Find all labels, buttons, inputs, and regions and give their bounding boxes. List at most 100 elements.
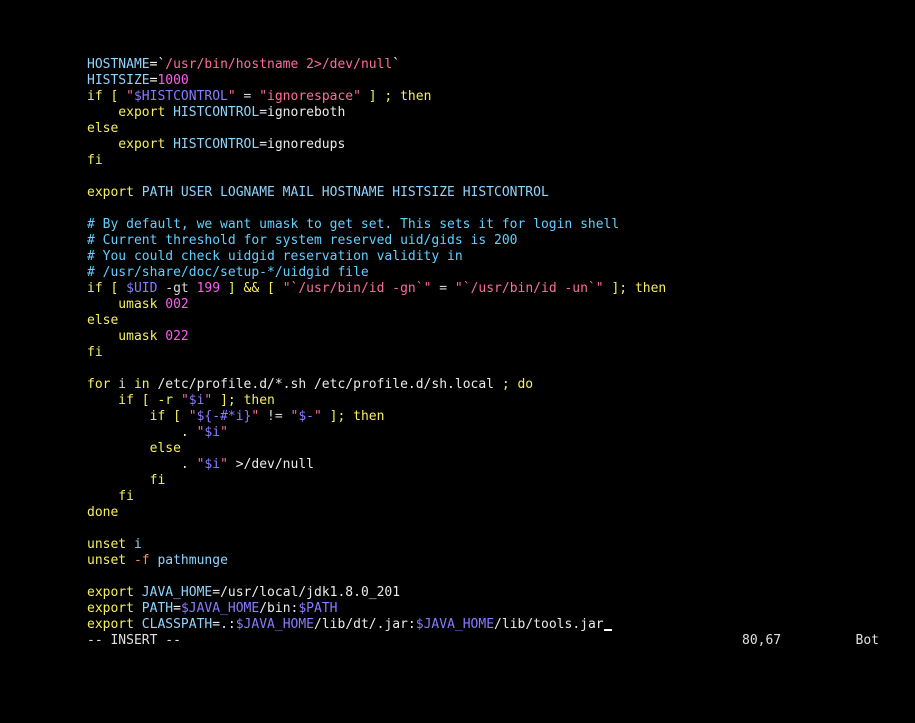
code-token: =ignoreboth bbox=[259, 105, 346, 120]
code-token: -gt bbox=[157, 281, 197, 296]
code-token: fi bbox=[87, 489, 134, 504]
code-token: export bbox=[87, 137, 174, 152]
text-cursor bbox=[603, 629, 612, 631]
code-token: export bbox=[87, 601, 142, 616]
code-token: ] ; bbox=[360, 89, 401, 104]
code-token: for bbox=[87, 377, 111, 392]
code-token: if bbox=[87, 281, 103, 296]
code-line[interactable]: export JAVA_HOME=/usr/local/jdk1.8.0_201 bbox=[87, 585, 907, 601]
code-token: $i bbox=[204, 457, 221, 472]
code-token: ${-#*i} bbox=[196, 409, 252, 424]
code-line[interactable]: fi bbox=[87, 489, 907, 505]
code-token: = bbox=[173, 601, 181, 616]
code-token: # /usr/share/doc/setup-*/uidgid file bbox=[87, 265, 369, 280]
code-token: PATH bbox=[141, 601, 174, 616]
code-line[interactable]: # By default, we want umask to get set. … bbox=[87, 217, 907, 233]
code-line[interactable]: fi bbox=[87, 153, 907, 169]
code-token: >/dev/null bbox=[227, 457, 314, 472]
code-token: JAVA_HOME bbox=[141, 585, 213, 600]
code-token: /lib/dt/.jar: bbox=[314, 617, 416, 632]
code-line[interactable]: fi bbox=[87, 473, 907, 489]
code-token: i bbox=[133, 537, 142, 552]
code-line[interactable]: . "$i" bbox=[87, 425, 907, 441]
code-token: # You could check uidgid reservation val… bbox=[87, 249, 463, 264]
code-token: $i bbox=[188, 393, 205, 408]
code-line[interactable]: done bbox=[87, 505, 907, 521]
code-token: "ignorespace" bbox=[259, 89, 361, 104]
code-line[interactable]: HOSTNAME=`/usr/bin/hostname 2>/dev/null` bbox=[87, 57, 907, 73]
code-token: `" bbox=[415, 281, 432, 296]
code-token: " bbox=[188, 409, 197, 424]
code-token: ]; bbox=[321, 409, 354, 424]
code-token: " bbox=[220, 457, 228, 472]
code-line[interactable]: export HISTCONTROL=ignoredups bbox=[87, 137, 907, 153]
code-line[interactable]: if [ $UID -gt 199 ] && [ "`/usr/bin/id -… bbox=[87, 281, 907, 297]
code-token: HISTCONTROL bbox=[173, 105, 260, 120]
code-line[interactable]: HISTSIZE=1000 bbox=[87, 73, 907, 89]
code-token: =/usr/local/jdk1.8.0_201 bbox=[212, 585, 401, 600]
code-token: unset bbox=[87, 537, 134, 552]
code-line[interactable] bbox=[87, 521, 907, 537]
code-token: then bbox=[353, 409, 385, 424]
code-token: /lib/tools.jar bbox=[494, 617, 604, 632]
code-line[interactable]: export PATH=$JAVA_HOME/bin:$PATH bbox=[87, 601, 907, 617]
code-line[interactable] bbox=[87, 361, 907, 377]
code-line[interactable]: unset -f pathmunge bbox=[87, 553, 907, 569]
code-line[interactable]: umask 022 bbox=[87, 329, 907, 345]
code-line[interactable]: umask 002 bbox=[87, 297, 907, 313]
code-line[interactable]: if [ -r "$i" ]; then bbox=[87, 393, 907, 409]
code-line[interactable]: export HISTCONTROL=ignoreboth bbox=[87, 105, 907, 121]
code-token: then bbox=[243, 393, 275, 408]
code-token: $JAVA_HOME bbox=[235, 617, 315, 632]
code-token: fi bbox=[87, 473, 166, 488]
code-token: done bbox=[87, 505, 119, 520]
code-token: PATH USER LOGNAME MAIL HOSTNAME HISTSIZE… bbox=[141, 185, 549, 200]
code-line[interactable]: else bbox=[87, 441, 907, 457]
code-token: export bbox=[87, 617, 142, 632]
mode-indicator: -- INSERT -- bbox=[87, 633, 181, 648]
code-token: pathmunge bbox=[149, 553, 228, 568]
code-token: umask bbox=[87, 297, 166, 312]
code-token: = bbox=[235, 89, 260, 104]
code-token: ]; bbox=[212, 393, 244, 408]
code-line[interactable]: . "$i" >/dev/null bbox=[87, 457, 907, 473]
code-line[interactable]: # /usr/share/doc/setup-*/uidgid file bbox=[87, 265, 907, 281]
code-token: [ -r bbox=[133, 393, 181, 408]
code-token: " bbox=[227, 89, 236, 104]
code-line[interactable] bbox=[87, 169, 907, 185]
code-line[interactable]: # You could check uidgid reservation val… bbox=[87, 249, 907, 265]
code-line[interactable] bbox=[87, 201, 907, 217]
code-token: =ignoredups bbox=[259, 137, 346, 152]
code-line[interactable]: export CLASSPATH=.:$JAVA_HOME/lib/dt/.ja… bbox=[87, 617, 907, 633]
code-token: [ bbox=[165, 409, 189, 424]
code-line[interactable]: else bbox=[87, 313, 907, 329]
code-line[interactable] bbox=[87, 569, 907, 585]
code-token: if bbox=[87, 89, 103, 104]
code-token: $i bbox=[204, 425, 221, 440]
code-token: fi bbox=[87, 345, 103, 360]
code-token: ] && [ bbox=[220, 281, 283, 296]
code-token: in bbox=[133, 377, 150, 392]
code-token: ]; bbox=[603, 281, 635, 296]
code-token: " bbox=[220, 425, 228, 440]
code-line[interactable]: # Current threshold for system reserved … bbox=[87, 233, 907, 249]
code-line[interactable]: export PATH USER LOGNAME MAIL HOSTNAME H… bbox=[87, 185, 907, 201]
code-line[interactable]: fi bbox=[87, 345, 907, 361]
cursor-position: 80,67 bbox=[742, 633, 782, 648]
vim-status-line: -- INSERT -- 80,67 Bot bbox=[87, 633, 879, 649]
terminal-window[interactable]: HOSTNAME=`/usr/bin/hostname 2>/dev/null`… bbox=[0, 0, 915, 723]
code-token: /etc/profile.d/*.sh /etc/profile.d/sh.lo… bbox=[149, 377, 502, 392]
code-line[interactable]: for i in /etc/profile.d/*.sh /etc/profil… bbox=[87, 377, 907, 393]
code-token: export bbox=[87, 105, 174, 120]
code-line[interactable]: else bbox=[87, 121, 907, 137]
code-token: 022 bbox=[165, 329, 189, 344]
code-token: != bbox=[259, 409, 291, 424]
scroll-indicator: Bot bbox=[855, 633, 879, 648]
code-token: = bbox=[431, 281, 455, 296]
code-token: $PATH bbox=[298, 601, 338, 616]
code-line[interactable]: if [ "${-#*i}" != "$-" ]; then bbox=[87, 409, 907, 425]
code-token: else bbox=[87, 121, 119, 136]
code-line[interactable]: if [ "$HISTCONTROL" = "ignorespace" ] ; … bbox=[87, 89, 907, 105]
vim-editor-buffer[interactable]: HOSTNAME=`/usr/bin/hostname 2>/dev/null`… bbox=[87, 57, 907, 633]
code-line[interactable]: unset i bbox=[87, 537, 907, 553]
